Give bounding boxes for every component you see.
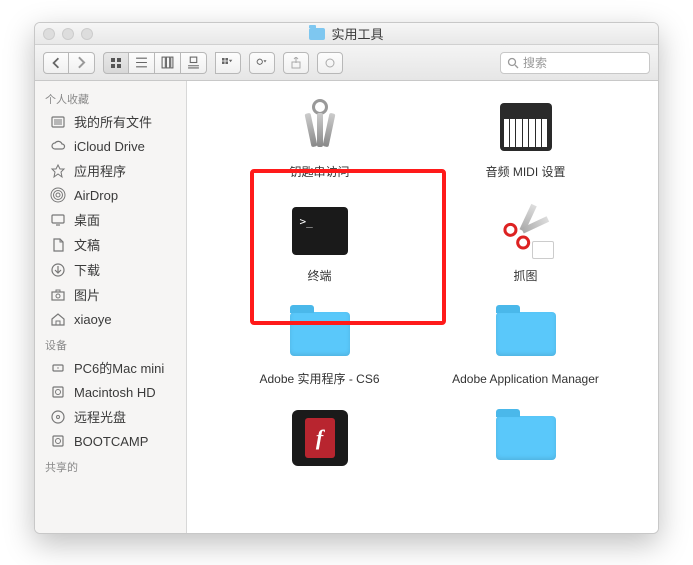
sidebar-item-label: 桌面: [74, 210, 100, 229]
grid-item[interactable]: 音频 MIDI 设置: [451, 95, 601, 181]
sidebar-item-label: Macintosh HD: [74, 385, 156, 400]
sidebar-item-label: xiaoye: [74, 312, 112, 327]
arrange-button[interactable]: [215, 52, 241, 74]
search-icon: [507, 57, 519, 69]
sidebar-section-header: 个人收藏: [35, 85, 186, 109]
apps-icon: [49, 162, 67, 180]
sidebar-item[interactable]: Macintosh HD: [35, 380, 186, 404]
sidebar-item[interactable]: 应用程序: [35, 158, 186, 183]
sidebar-item[interactable]: AirDrop: [35, 183, 186, 207]
disc-icon: [49, 408, 67, 426]
grid-item[interactable]: Adobe Application Manager: [451, 302, 601, 388]
cloud-icon: [49, 137, 67, 155]
sidebar-item-label: 应用程序: [74, 161, 126, 180]
nav-buttons: [43, 52, 95, 74]
toolbar: 搜索: [35, 45, 658, 81]
disk-icon: [49, 383, 67, 401]
coverflow-view-button[interactable]: [181, 52, 207, 74]
grid-item-label: Adobe 实用程序 - CS6: [259, 372, 379, 388]
sidebar: 个人收藏我的所有文件 iCloud Drive 应用程序 AirDrop 桌面文稿下载图…: [35, 81, 187, 533]
downloads-icon: [49, 261, 67, 279]
disk-icon: [49, 432, 67, 450]
back-button[interactable]: [43, 52, 69, 74]
midi-app-icon: [494, 95, 558, 159]
sidebar-item[interactable]: xiaoye: [35, 307, 186, 331]
action-button[interactable]: [249, 52, 275, 74]
sidebar-item-label: 下载: [74, 260, 100, 279]
sidebar-item-label: BOOTCAMP: [74, 434, 148, 449]
highlight-annotation: [250, 169, 446, 325]
sidebar-item[interactable]: 远程光盘: [35, 404, 186, 429]
all-files-icon: [49, 113, 67, 131]
grid-item-label: Adobe Application Manager: [452, 372, 599, 388]
sidebar-item-label: 远程光盘: [74, 407, 126, 426]
tags-button[interactable]: [317, 52, 343, 74]
sidebar-item[interactable]: 我的所有文件: [35, 109, 186, 134]
sidebar-item-label: 图片: [74, 285, 100, 304]
column-view-button[interactable]: [155, 52, 181, 74]
window-title-text: 实用工具: [331, 24, 383, 43]
grid-item[interactable]: 抓图: [451, 199, 601, 285]
flash-app-icon: f: [288, 406, 352, 470]
search-field[interactable]: 搜索: [500, 52, 650, 74]
sidebar-item[interactable]: 文稿: [35, 232, 186, 257]
sidebar-section-header: 设备: [35, 331, 186, 355]
sidebar-item-label: AirDrop: [74, 188, 118, 203]
pictures-icon: [49, 286, 67, 304]
sidebar-item-label: 文稿: [74, 235, 100, 254]
folder-icon: [309, 28, 325, 40]
folder-app-icon: [494, 406, 558, 470]
arrange-group: [215, 52, 241, 74]
sidebar-item[interactable]: 图片: [35, 282, 186, 307]
sidebar-item-label: 我的所有文件: [74, 112, 152, 131]
grid-item-label: 抓图: [513, 269, 537, 285]
keys-app-icon: [288, 95, 352, 159]
icon-view-button[interactable]: [103, 52, 129, 74]
sidebar-item[interactable]: BOOTCAMP: [35, 429, 186, 453]
share-button[interactable]: [283, 52, 309, 74]
sidebar-item-label: PC6的Mac mini: [74, 358, 164, 377]
forward-button[interactable]: [69, 52, 95, 74]
computer-icon: [49, 359, 67, 377]
grid-item[interactable]: 钥匙串访问: [245, 95, 395, 181]
documents-icon: [49, 236, 67, 254]
titlebar: 实用工具: [35, 23, 658, 45]
airdrop-icon: [49, 186, 67, 204]
folder-app-icon: [494, 302, 558, 366]
sidebar-item-label: iCloud Drive: [74, 139, 145, 154]
home-icon: [49, 310, 67, 328]
search-placeholder: 搜索: [523, 54, 547, 71]
desktop-icon: [49, 211, 67, 229]
grid-item[interactable]: f: [245, 406, 395, 476]
sidebar-item[interactable]: 下载: [35, 257, 186, 282]
view-buttons: [103, 52, 207, 74]
grab-app-icon: [494, 199, 558, 263]
sidebar-item[interactable]: iCloud Drive: [35, 134, 186, 158]
sidebar-section-header: 共享的: [35, 453, 186, 477]
sidebar-item[interactable]: PC6的Mac mini: [35, 355, 186, 380]
window-title: 实用工具: [35, 24, 658, 43]
sidebar-item[interactable]: 桌面: [35, 207, 186, 232]
list-view-button[interactable]: [129, 52, 155, 74]
grid-item-label: 音频 MIDI 设置: [486, 165, 566, 181]
grid-item[interactable]: [451, 406, 601, 476]
